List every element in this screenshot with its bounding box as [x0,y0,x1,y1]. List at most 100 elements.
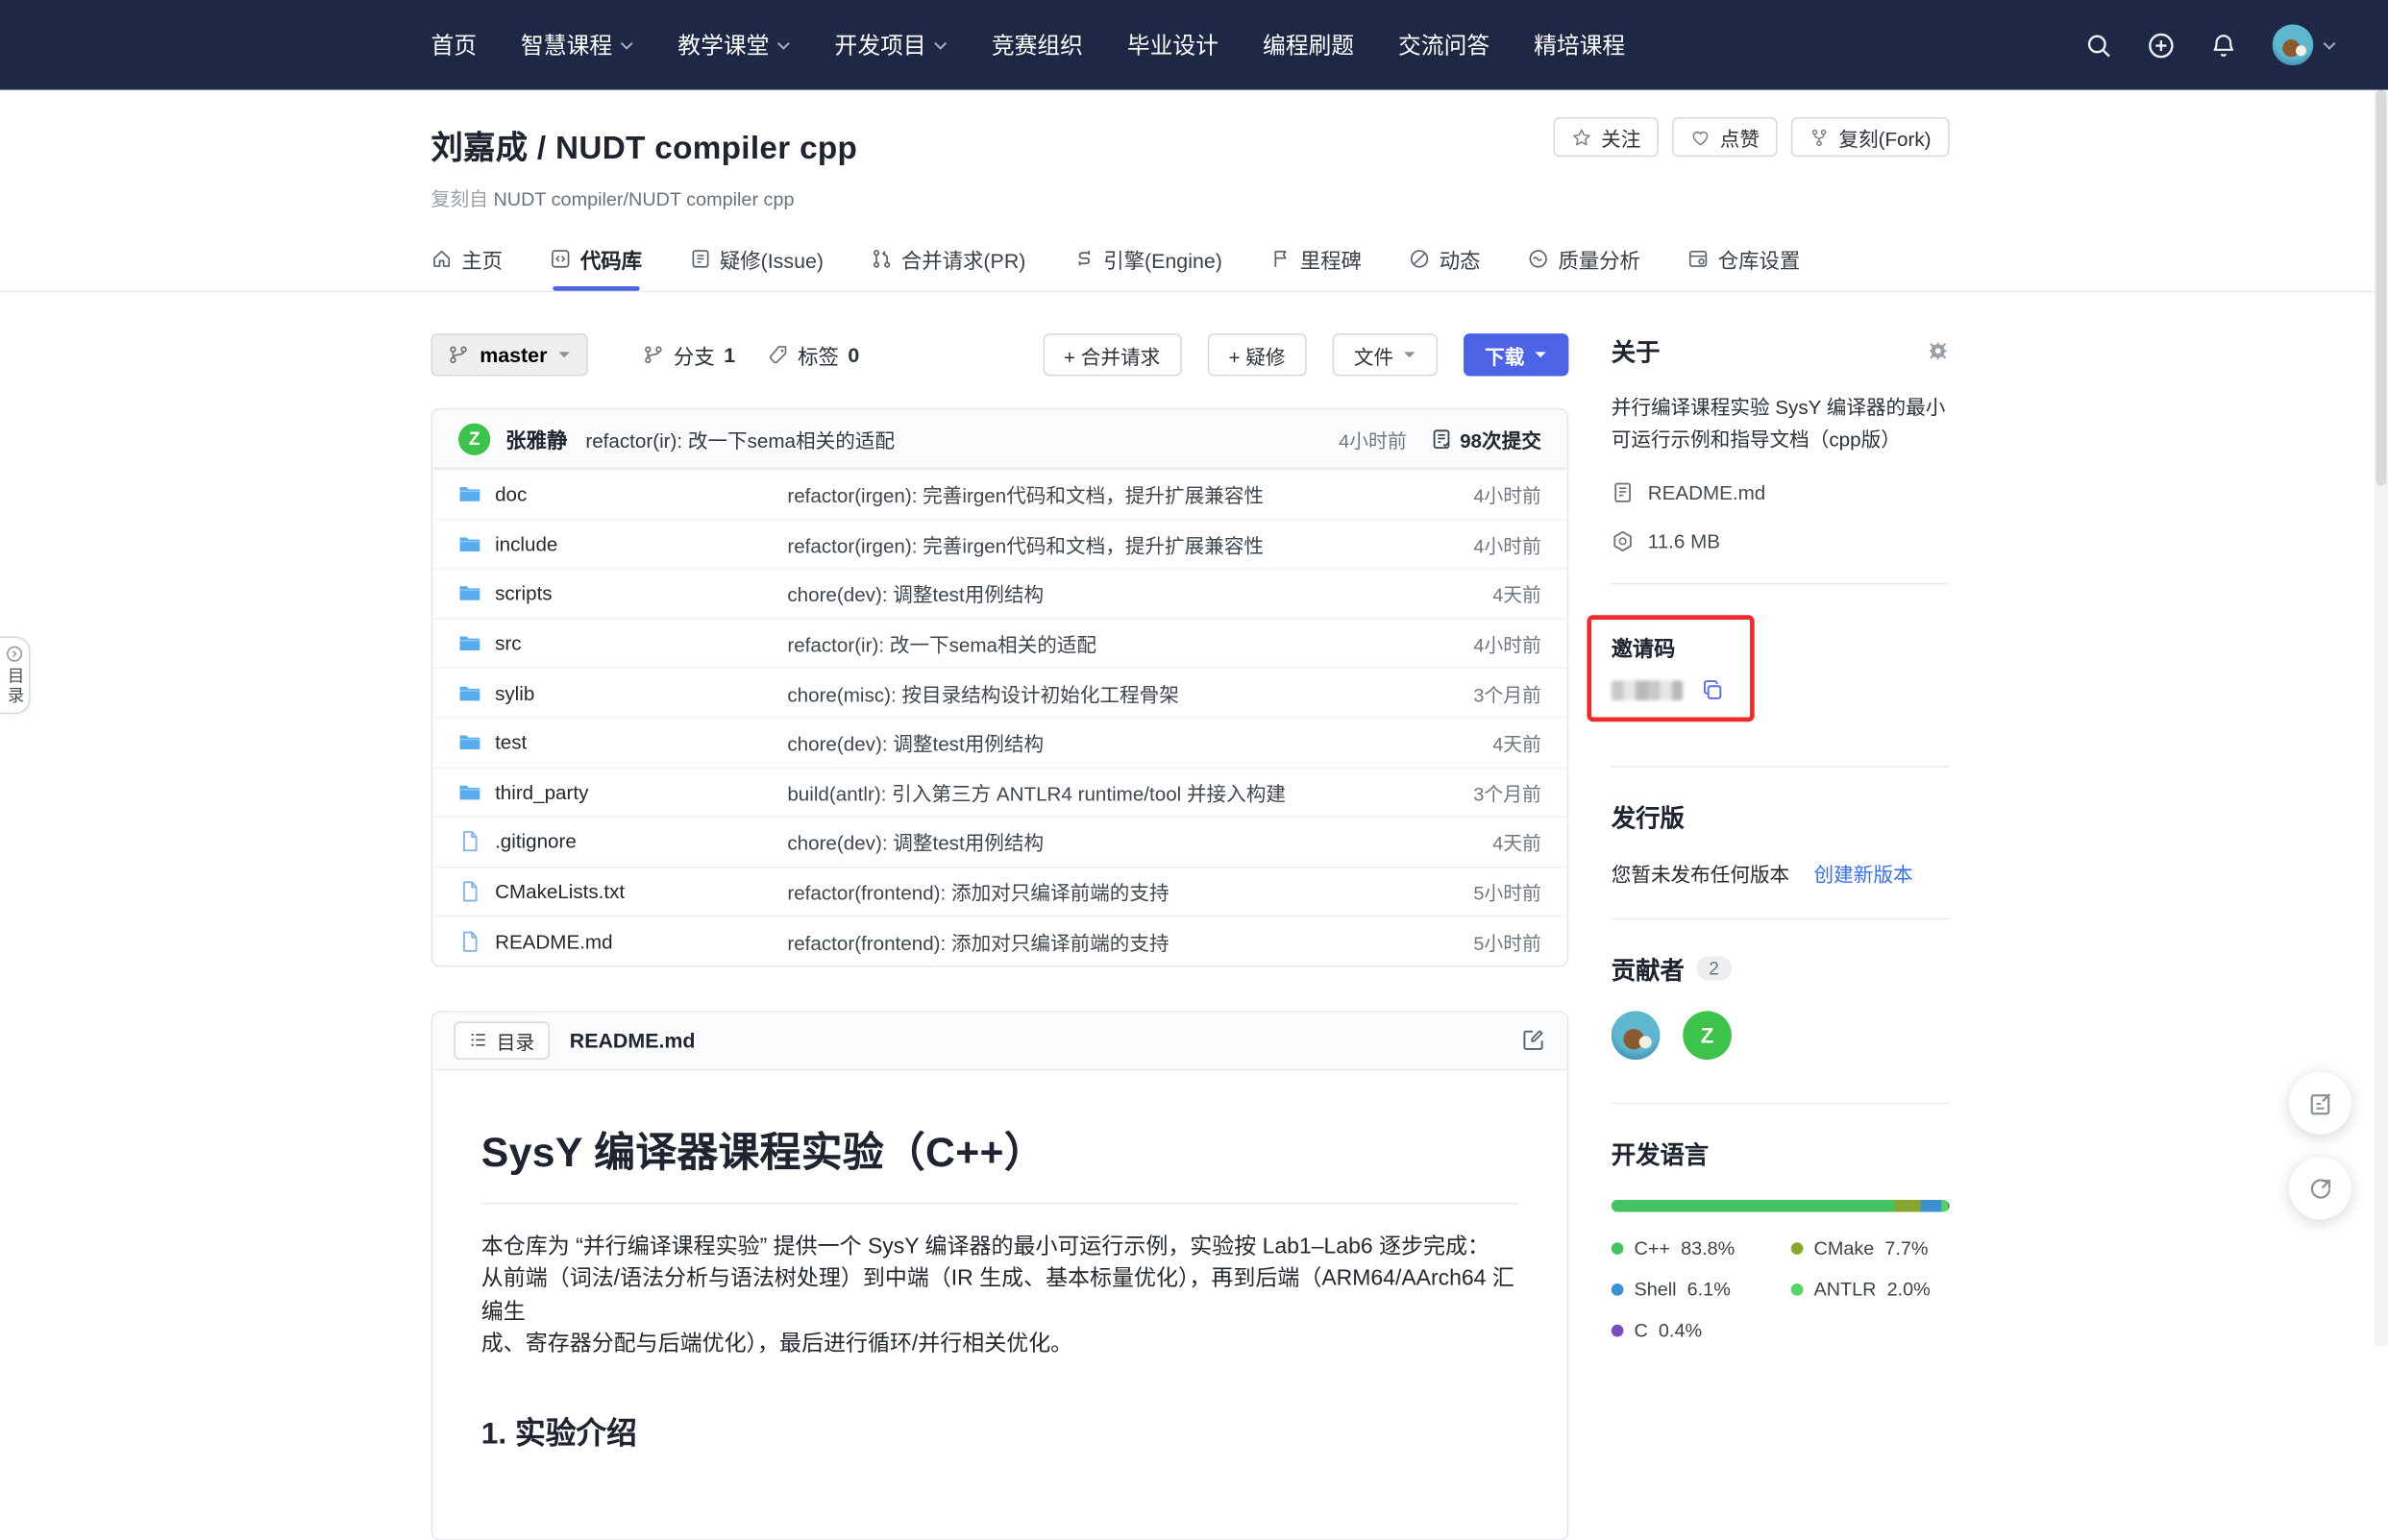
nav-right-cluster [2085,24,2336,65]
language-bar-segment [1921,1200,1941,1212]
tab-milestones[interactable]: 里程碑 [1269,244,1362,291]
row-commit-message[interactable]: refactor(irgen): 完善irgen代码和文档，提升扩展兼容性 [787,480,1264,509]
nav-item-coding-practice[interactable]: 编程刷题 [1263,29,1354,61]
table-row: doc refactor(irgen): 完善irgen代码和文档，提升扩展兼容… [432,469,1567,519]
repo-header: 刘嘉成 / NUDT compiler cpp 关注 点赞 复刻(Fork) 复… [0,90,2388,293]
language-bar-segment [1948,1200,1949,1212]
language-legend: C++83.8% Shell6.1% C0.4% CMake7.7% ANTLR… [1612,1237,1950,1341]
committer-name[interactable]: 张雅静 [505,424,567,454]
nav-item-graduation-design[interactable]: 毕业设计 [1127,29,1219,61]
file-link[interactable]: doc [458,483,787,506]
tab-repo-settings[interactable]: 仓库设置 [1687,244,1800,291]
readme-header: 目录 README.md [432,1013,1567,1070]
file-link[interactable]: README.md [458,930,787,953]
fork-button[interactable]: 复刻(Fork) [1791,117,1949,157]
gear-icon[interactable] [1927,339,1950,362]
settings-icon [1687,248,1709,269]
commit-message-link[interactable]: refactor(ir): 改一下sema相关的适配 [585,424,895,452]
readme-link[interactable]: README.md [1612,481,1950,504]
divider [1612,918,1950,920]
toc-side-tab[interactable]: 目录 [0,636,31,714]
copy-icon[interactable] [1701,679,1724,702]
edit-note-icon [2306,1089,2334,1117]
file-menu-button[interactable]: 文件 [1333,333,1438,376]
scrollbar[interactable] [2375,90,2388,1346]
tab-code[interactable]: 代码库 [550,244,642,291]
file-link[interactable]: test [458,731,787,754]
issue-icon [689,248,710,269]
file-link[interactable]: sylib [458,681,787,704]
contributor-avatar[interactable]: Z [1683,1011,1732,1060]
contributors-count-badge: 2 [1697,956,1732,980]
language-legend-item: ANTLR2.0% [1791,1279,1931,1300]
divider [1612,583,1950,585]
row-commit-message[interactable]: chore(dev): 调整test用例结构 [787,728,1044,757]
repo-tabs: 主页 代码库 疑修(Issue) 合并请求(PR) 引擎(Engine) 里程碑 [431,244,1950,291]
watch-button[interactable]: 关注 [1554,117,1659,157]
nav-item-teaching[interactable]: 教学课堂 [677,29,790,61]
share-fab[interactable] [2289,1157,2351,1219]
search-icon[interactable] [2085,31,2113,59]
row-commit-message[interactable]: refactor(frontend): 添加对只编译前端的支持 [787,927,1169,956]
tab-issues[interactable]: 疑修(Issue) [689,244,824,291]
nav-item-dev-projects[interactable]: 开发项目 [835,29,948,61]
row-commit-message[interactable]: chore(dev): 调整test用例结构 [787,579,1044,608]
file-icon [458,930,481,953]
toc-button[interactable]: 目录 [454,1021,550,1060]
create-release-link[interactable]: 创建新版本 [1814,859,1913,888]
download-button[interactable]: 下载 [1464,333,1568,376]
star-button[interactable]: 点赞 [1673,117,1778,157]
fork-source-link[interactable]: NUDT compiler/NUDT compiler cpp [493,189,794,210]
row-commit-message[interactable]: chore(dev): 调整test用例结构 [787,827,1044,856]
file-link[interactable]: include [458,533,787,556]
tab-pull-requests[interactable]: 合并请求(PR) [871,244,1025,291]
file-link[interactable]: src [458,632,787,655]
nav-item-training-courses[interactable]: 精培课程 [1534,29,1625,61]
heart-icon [1691,127,1711,147]
row-commit-message[interactable]: refactor(frontend): 添加对只编译前端的支持 [787,877,1169,906]
file-link[interactable]: scripts [458,582,787,605]
user-avatar[interactable] [2273,24,2314,65]
nav-item-qa[interactable]: 交流问答 [1398,29,1489,61]
table-row: scripts chore(dev): 调整test用例结构 4天前 [432,568,1567,618]
feedback-fab[interactable] [2289,1072,2351,1135]
tab-home[interactable]: 主页 [431,244,503,291]
branches-count[interactable]: 分支1 [643,339,735,370]
committer-avatar[interactable]: Z [458,423,490,454]
commits-count-link[interactable]: 98次提交 [1429,424,1540,452]
commit-time: 4小时前 [1339,424,1406,452]
tab-engine[interactable]: 引擎(Engine) [1073,244,1222,291]
new-issue-button[interactable]: + 疑修 [1207,333,1306,376]
list-icon [469,1032,487,1050]
nav-item-home[interactable]: 首页 [431,29,478,61]
file-link[interactable]: .gitignore [458,830,787,853]
row-commit-message[interactable]: refactor(ir): 改一下sema相关的适配 [787,629,1096,658]
about-title: 关于 [1612,331,1950,368]
bell-icon[interactable] [2210,31,2238,59]
nav-item-competitions[interactable]: 竞赛组织 [992,29,1083,61]
row-commit-message[interactable]: chore(misc): 按目录结构设计初始化工程骨架 [787,678,1178,707]
file-link[interactable]: CMakeLists.txt [458,880,787,903]
file-link[interactable]: third_party [458,781,787,804]
table-row: include refactor(irgen): 完善irgen代码和文档，提升… [432,519,1567,569]
tags-count[interactable]: 标签0 [767,339,859,370]
row-commit-message[interactable]: build(antlr): 引入第三方 ANTLR4 runtime/tool … [787,778,1286,807]
language-bar-segment [1612,1200,1895,1212]
language-legend-item: Shell6.1% [1612,1279,1791,1300]
edit-icon[interactable] [1521,1028,1545,1052]
plus-circle-icon[interactable] [2148,31,2176,59]
invite-code-blurred [1612,680,1683,700]
row-commit-time: 4小时前 [1473,529,1540,558]
tab-activity[interactable]: 动态 [1409,244,1480,291]
scrollbar-thumb[interactable] [2376,90,2386,486]
nav-item-smart-courses[interactable]: 智慧课程 [521,29,633,61]
row-commit-time: 4天前 [1492,827,1541,856]
branch-selector[interactable]: master [431,333,589,376]
row-commit-message[interactable]: refactor(irgen): 完善irgen代码和文档，提升扩展兼容性 [787,529,1264,558]
folder-icon [458,483,481,506]
tab-quality-analysis[interactable]: 质量分析 [1528,244,1640,291]
releases-empty-text: 您暂未发布任何版本 [1612,859,1789,888]
contributor-avatar[interactable] [1612,1011,1661,1060]
new-pr-button[interactable]: + 合并请求 [1043,333,1182,376]
tag-icon [767,344,788,365]
